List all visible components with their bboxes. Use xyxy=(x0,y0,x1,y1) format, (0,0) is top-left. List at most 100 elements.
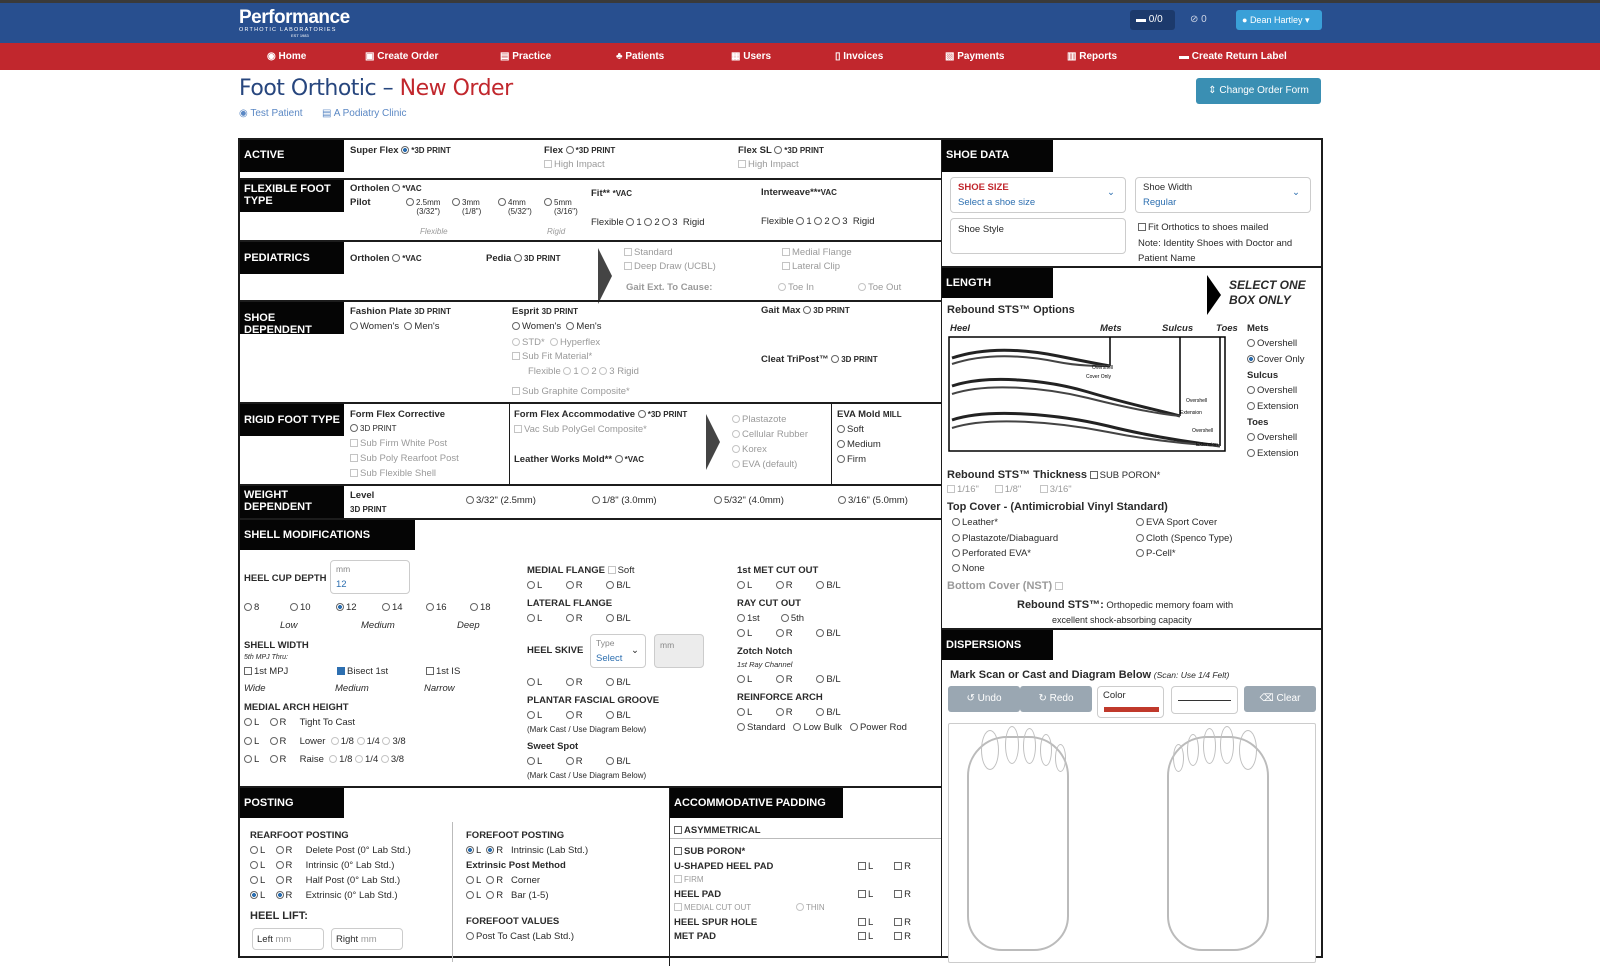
radio[interactable] xyxy=(626,218,635,226)
radio[interactable] xyxy=(350,424,358,432)
width-1st-is[interactable]: 1st IS xyxy=(426,666,460,677)
radio[interactable] xyxy=(392,184,401,192)
fit-orthotics-checkbox[interactable]: Fit Orthotics to shoes mailed xyxy=(1138,222,1268,233)
user-menu[interactable]: ● Dean Hartley ▾ xyxy=(1236,10,1322,30)
checkbox[interactable] xyxy=(947,485,955,493)
u-firm[interactable]: FIRM xyxy=(674,875,704,884)
radio[interactable] xyxy=(426,603,434,611)
radio[interactable] xyxy=(544,198,552,206)
pilot-2-5mm[interactable]: 2.5mm (3/32") xyxy=(406,198,440,216)
weight-opt-3[interactable]: 5/32" (4.0mm) xyxy=(714,495,784,506)
checkbox[interactable] xyxy=(738,160,746,168)
thin[interactable]: THIN xyxy=(796,903,825,912)
pedia-option[interactable]: Pedia 3D PRINT xyxy=(486,253,560,264)
nav-create-order[interactable]: ▣ Create Order xyxy=(365,51,438,62)
met-pad-sides[interactable]: L R xyxy=(858,931,911,942)
radio[interactable] xyxy=(662,218,671,226)
korex[interactable]: Korex xyxy=(732,444,767,455)
radio[interactable] xyxy=(566,322,575,330)
radio[interactable] xyxy=(290,603,298,611)
radio[interactable] xyxy=(732,445,740,453)
redo-button[interactable]: ↻ Redo xyxy=(1020,686,1092,712)
ext-bar[interactable]: L R Bar (1-5) xyxy=(466,890,549,901)
radio[interactable] xyxy=(275,846,284,854)
radio[interactable] xyxy=(775,708,784,716)
cover-cloth[interactable]: Cloth (Spenco Type) xyxy=(1136,533,1232,544)
checkbox[interactable] xyxy=(894,932,903,940)
radio[interactable] xyxy=(565,678,574,686)
radio[interactable] xyxy=(737,723,745,731)
arch-lower[interactable]: L R Lower 1/8 1/4 3/8 xyxy=(244,736,406,747)
checkbox[interactable] xyxy=(350,469,358,477)
radio[interactable] xyxy=(796,217,805,225)
undo-button[interactable]: ↺ Undo xyxy=(948,686,1020,712)
radio[interactable] xyxy=(380,755,389,763)
graphite[interactable]: Sub Graphite Composite* xyxy=(512,386,630,397)
toes-overshell[interactable]: Overshell xyxy=(1247,432,1297,443)
medial-flange-option[interactable]: Medial Flange xyxy=(782,247,852,258)
weight-opt-2[interactable]: 1/8" (3.0mm) xyxy=(592,495,657,506)
radio[interactable] xyxy=(775,675,784,683)
shoe-width-select[interactable]: Shoe Width Regular ⌄ xyxy=(1135,177,1311,213)
radio[interactable] xyxy=(356,737,365,745)
checkbox[interactable] xyxy=(858,890,866,898)
subfit-scale[interactable]: Flexible 1 2 3 Rigid xyxy=(528,366,639,377)
radio[interactable] xyxy=(563,367,572,375)
checkbox[interactable] xyxy=(426,667,434,675)
u-shaped-sides[interactable]: L R xyxy=(858,861,911,872)
heel-pad-sides[interactable]: L R xyxy=(858,889,911,900)
radio[interactable] xyxy=(565,614,574,622)
radio[interactable] xyxy=(606,614,615,622)
stroke-width-picker[interactable] xyxy=(1171,686,1238,714)
nav-reports[interactable]: ▥ Reports xyxy=(1067,51,1117,62)
checkbox[interactable] xyxy=(782,262,790,270)
flex-option[interactable]: Flex *3D PRINT xyxy=(544,145,615,156)
radio[interactable] xyxy=(466,846,474,854)
radio[interactable] xyxy=(831,355,840,363)
radio[interactable] xyxy=(952,564,960,572)
radio[interactable] xyxy=(644,218,653,226)
eva-firm[interactable]: Firm xyxy=(837,454,866,465)
radio[interactable] xyxy=(406,198,414,206)
rearfoot-delete[interactable]: L R Delete Post (0° Lab Std.) xyxy=(250,845,411,856)
radio[interactable] xyxy=(512,322,520,330)
radio[interactable] xyxy=(452,198,460,206)
radio[interactable] xyxy=(732,430,740,438)
clear-button[interactable]: ⌫ Clear xyxy=(1244,686,1316,712)
heel-cup-input[interactable]: mm 12 xyxy=(330,560,410,594)
notifications-button[interactable]: ⊘ 0 xyxy=(1190,10,1207,30)
radio[interactable] xyxy=(527,614,535,622)
pilot-4mm[interactable]: 4mm (5/32") xyxy=(498,198,532,216)
checkbox[interactable] xyxy=(894,918,903,926)
radio[interactable] xyxy=(244,718,252,726)
sub-firm-white[interactable]: Sub Firm White Post xyxy=(350,438,447,449)
radio[interactable] xyxy=(244,755,252,763)
radio[interactable] xyxy=(816,675,825,683)
radio[interactable] xyxy=(814,217,823,225)
radio[interactable] xyxy=(737,581,745,589)
radio[interactable] xyxy=(793,723,802,731)
radio[interactable] xyxy=(849,723,858,731)
checkbox[interactable] xyxy=(782,248,790,256)
bottom-cover[interactable]: Bottom Cover (NST) xyxy=(947,580,1065,592)
sulcus-extension[interactable]: Extension xyxy=(1247,401,1299,412)
radio[interactable] xyxy=(606,711,615,719)
toe-out-option[interactable]: Toe Out xyxy=(858,282,901,293)
checkbox[interactable] xyxy=(894,890,903,898)
radio[interactable] xyxy=(737,708,745,716)
accom-option[interactable]: Form Flex Accommodative *3D PRINT xyxy=(514,409,687,420)
medial-cut-out[interactable]: MEDIAL CUT OUT xyxy=(674,903,751,912)
ortholen-option[interactable]: Ortholen *VAC xyxy=(350,183,422,194)
radio[interactable] xyxy=(498,198,506,206)
radio[interactable] xyxy=(1136,549,1144,557)
width-1st-mpj[interactable]: 1st MPJ xyxy=(244,666,288,677)
radio[interactable] xyxy=(527,678,535,686)
high-impact-flex[interactable]: High Impact xyxy=(544,159,605,170)
cover-pcell[interactable]: P-Cell* xyxy=(1136,548,1176,559)
pilot-5mm[interactable]: 5mm (3/16") xyxy=(544,198,578,216)
heel-skive-type-select[interactable]: Type Select ⌄ xyxy=(590,634,646,668)
shipments-button[interactable]: ▬ 0/0 xyxy=(1130,10,1175,30)
radio[interactable] xyxy=(350,322,358,330)
radio[interactable] xyxy=(392,254,401,262)
radio[interactable] xyxy=(336,603,344,611)
